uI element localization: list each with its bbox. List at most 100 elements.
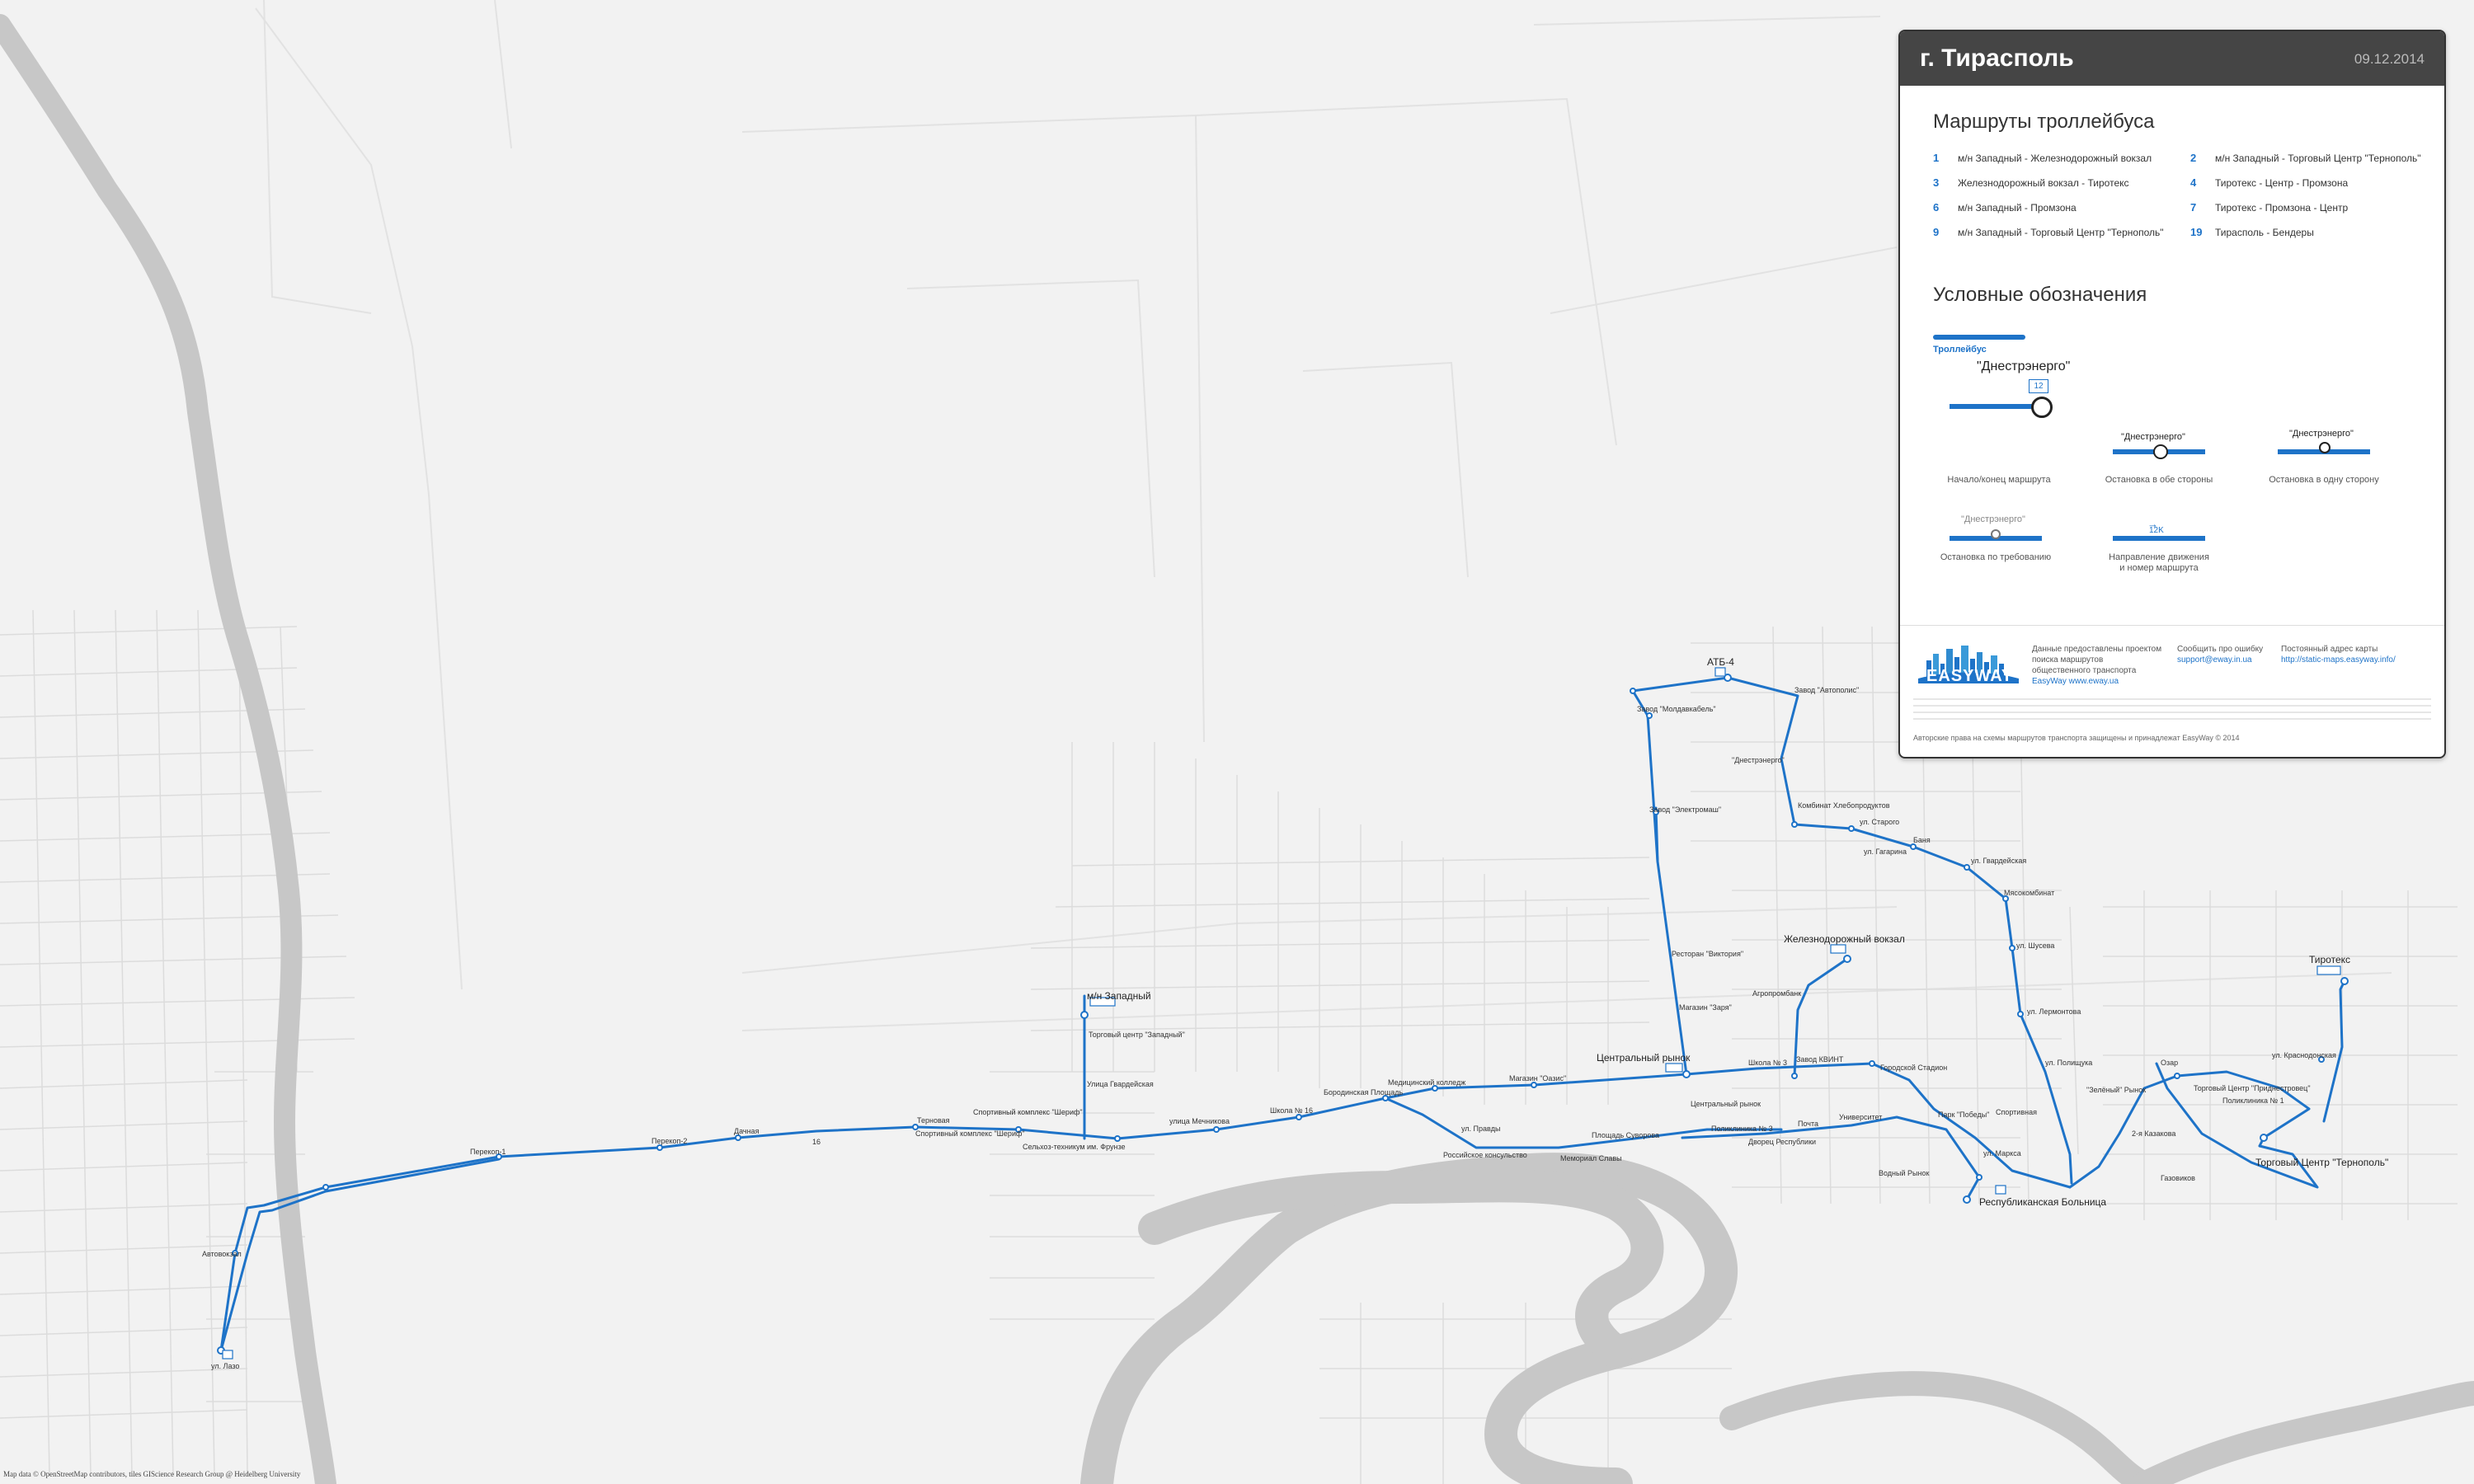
route-north-loop-west	[1654, 806, 1659, 863]
stop-label-central-market-2: Центральный рынок	[1691, 1100, 1761, 1108]
route-item[interactable]: 6 м/н Западный - Промзона	[1933, 201, 2077, 214]
legend-terminal-caption: Начало/конец маршрута	[1947, 475, 2051, 485]
panel-header: г. Тирасполь 09.12.2014	[1900, 31, 2444, 86]
stop-label-borodin: Бородинская Площадь	[1324, 1088, 1403, 1097]
legend-terminal-stop: "Днестрэнерго"	[1977, 359, 2071, 373]
fine-print-line	[1913, 698, 2431, 700]
stop-label-memorial: Мемориал Славы	[1560, 1154, 1622, 1162]
legend-oneway-stop: "Днестрэнерго"	[2289, 429, 2354, 439]
stop-label-pobedy: Парк "Победы"	[1938, 1111, 1989, 1119]
stop-label-pochta: Почта	[1798, 1120, 1818, 1128]
legend-request-marker	[1991, 529, 2001, 539]
stop-label-banya: Баня	[1913, 836, 1931, 844]
stop-label-mechnikova: улица Мечникова	[1169, 1117, 1230, 1125]
stop-label-avtovokzal: Автовокзал	[202, 1250, 242, 1258]
stop-label-pravdy: ул. Правды	[1461, 1125, 1500, 1133]
stop-label-rossiyskoe: Российское консульство	[1443, 1151, 1527, 1159]
legend-direction-num: 12K	[2149, 526, 2164, 535]
legend-both-stop: "Днестрэнерго"	[2121, 432, 2185, 442]
stop-label-rep-hospital: Республиканская Больница	[1979, 1196, 2106, 1208]
legend-both-caption: Остановка в обе стороны	[2105, 475, 2213, 485]
stop-label-hleboprod: Комбинат Хлебопродуктов	[1798, 801, 1890, 810]
report-email-link: support@eway.in.ua	[2177, 655, 2252, 665]
stop-label-perekop1: Перекоп-1	[470, 1148, 506, 1156]
route-item[interactable]: 9 м/н Западный - Торговый Центр "Тернопол…	[1933, 226, 2164, 238]
stop-label-zapadny-tc: Торговый центр "Западный"	[1089, 1031, 1185, 1039]
stop-label-victoria: Ресторан "Виктория"	[1672, 950, 1743, 958]
stop-label-policlinic: Поликлиника № 3	[1711, 1125, 1773, 1133]
stop-label-rail-station: Железнодорожный вокзал	[1784, 933, 1905, 945]
route-item[interactable]: 1 м/н Западный - Железнодорожный вокзал	[1933, 152, 2152, 164]
stop-label-myasokombinat: Мясокомбинат	[2004, 889, 2054, 897]
stop-label-elektromash: Завод "Электромаш"	[1649, 805, 1721, 814]
stop-label-moldavkabel: Завод "Молдавкабель"	[1637, 705, 1716, 713]
stop-label-vodnoy: Водный Рынок	[1879, 1169, 1929, 1177]
stop-label-universitet: Университет	[1839, 1113, 1882, 1121]
legend-trolleybus-line	[1933, 335, 2025, 340]
stop-label-sportivnaya: Спортивная	[1996, 1108, 2037, 1116]
legend-terminal-marker	[2031, 397, 2053, 418]
stop-label-med: Медицинский колледж	[1388, 1078, 1465, 1087]
stop-label-atb4: АТБ-4	[1707, 656, 1734, 668]
stop-label-oazis: Магазин "Оазис"	[1509, 1074, 1566, 1082]
stop-label-terminal-west: м/н Западный	[1087, 990, 1151, 1002]
stop-label-termovaya: Терновая	[917, 1116, 950, 1125]
stop-label-gazoviki: Газовиков	[2161, 1174, 2195, 1182]
stop-label-zavod-kvint: Завод КВИНТ	[1796, 1055, 1844, 1064]
stop-label-tekhnikum: Сельхоз-техникум им. Фрунзе	[1023, 1143, 1126, 1151]
stop-label-gvardeiskaya: Улица Гвардейская	[1087, 1080, 1154, 1088]
stop-label-dachnaya: Дачная	[734, 1127, 760, 1135]
data-credit: Данные предоставлены проектом поиска мар…	[2032, 645, 2162, 686]
stop-label-ploshad: Площадь Суворова	[1592, 1131, 1659, 1139]
copyright-text: Авторские права на схемы маршрутов транс…	[1913, 734, 2240, 742]
fine-print-line	[1913, 705, 2431, 707]
legend-trolleybus-label: Троллейбус	[1933, 345, 1987, 355]
stop-label-perekop2: Перекоп-2	[651, 1137, 687, 1145]
panel-date: 09.12.2014	[2354, 51, 2425, 67]
route-item[interactable]: 3 Железнодорожный вокзал - Тиротекс	[1933, 176, 2129, 189]
stop-label-sport-2: Спортивный комплекс "Шериф"	[915, 1129, 1025, 1138]
legend-direction-caption-1: Направление движения	[2109, 552, 2209, 562]
legend-direction-caption-2: и номер маршрута	[2119, 563, 2199, 573]
route-item[interactable]: 7 Тиротекс - Промзона - Центр	[2190, 201, 2348, 214]
route-item[interactable]: 19 Тирасполь - Бендеры	[2190, 226, 2314, 238]
stop-label-sport-1: Спортивный комплекс "Шериф"	[973, 1108, 1083, 1116]
permanent-url-link: http://static-maps.easyway.info/	[2281, 655, 2396, 665]
routes-title: Маршруты троллейбуса	[1933, 110, 2155, 133]
stop-label-school16: Школа № 16	[1270, 1106, 1313, 1115]
legend-direction-line	[2113, 536, 2205, 541]
stop-label-school3: Школа № 3	[1748, 1059, 1787, 1067]
stop-label-shusev: ул. Шусева	[2016, 942, 2054, 950]
legend-oneway-caption: Остановка в одну сторону	[2269, 475, 2379, 485]
panel-footer: EASYWAY Данные предоставлены проектом по…	[1900, 625, 2444, 757]
stop-label-krasnodonskaya: ул. Краснодонская	[2272, 1051, 2336, 1059]
legend-title: Условные обозначения	[1933, 284, 2147, 306]
stop-label-marx: ул. Маркса	[1983, 1149, 2021, 1158]
stop-label-gorodskoy: Городской Стадион	[1880, 1064, 1947, 1072]
stop-label-agro: Агропромбанк	[1752, 989, 1801, 998]
permanent-url[interactable]: Постоянный адрес карты http://static-map…	[2281, 644, 2396, 665]
route-item[interactable]: 4 Тиротекс - Центр - Промзона	[2190, 176, 2348, 189]
logo-text: EASYWAY	[1926, 667, 2014, 685]
stop-label-lazo: ул. Лазо	[211, 1362, 239, 1370]
stop-label-ozar: Озар	[2161, 1059, 2178, 1067]
stop-label-dnestrenergo: "Днестрэнерго"	[1732, 756, 1785, 764]
report-error[interactable]: Сообщить про ошибку support@eway.in.ua	[2177, 644, 2263, 665]
stop-label-zel-rynok: "Зелёный" Рынок	[2086, 1086, 2146, 1094]
stop-label-zarya: Магазин "Заря"	[1679, 1003, 1732, 1012]
stop-label-tc-pridnestr: Торговый Центр "Приднестровец"	[2194, 1084, 2311, 1092]
stop-label-dock: 16	[812, 1138, 821, 1146]
legend-terminal-num: 12	[2029, 379, 2048, 393]
stop-label-poliklinika1: Поликлиника № 1	[2222, 1097, 2284, 1105]
stop-label-tirotex: Тиротекс	[2309, 954, 2350, 965]
stop-label-avtopolis: Завод "Автополис"	[1794, 686, 1859, 694]
easyway-logo[interactable]: EASYWAY	[1915, 642, 2022, 688]
stop-label-gvardeyskaya2: ул. Гвардейская	[1971, 857, 2026, 865]
stop-label-dvorec: Дворец Республики	[1748, 1138, 1816, 1146]
legend-oneway-marker	[2319, 442, 2331, 453]
stop-label-starostina: ул. Старого	[1860, 818, 1899, 826]
fine-print-line	[1913, 711, 2431, 713]
stop-label-central-market: Центральный рынок	[1597, 1052, 1691, 1064]
route-item[interactable]: 2 м/н Западный - Торговый Центр "Тернопол…	[2190, 152, 2421, 164]
stop-label-lermontova: ул. Лермонтова	[2027, 1007, 2081, 1016]
